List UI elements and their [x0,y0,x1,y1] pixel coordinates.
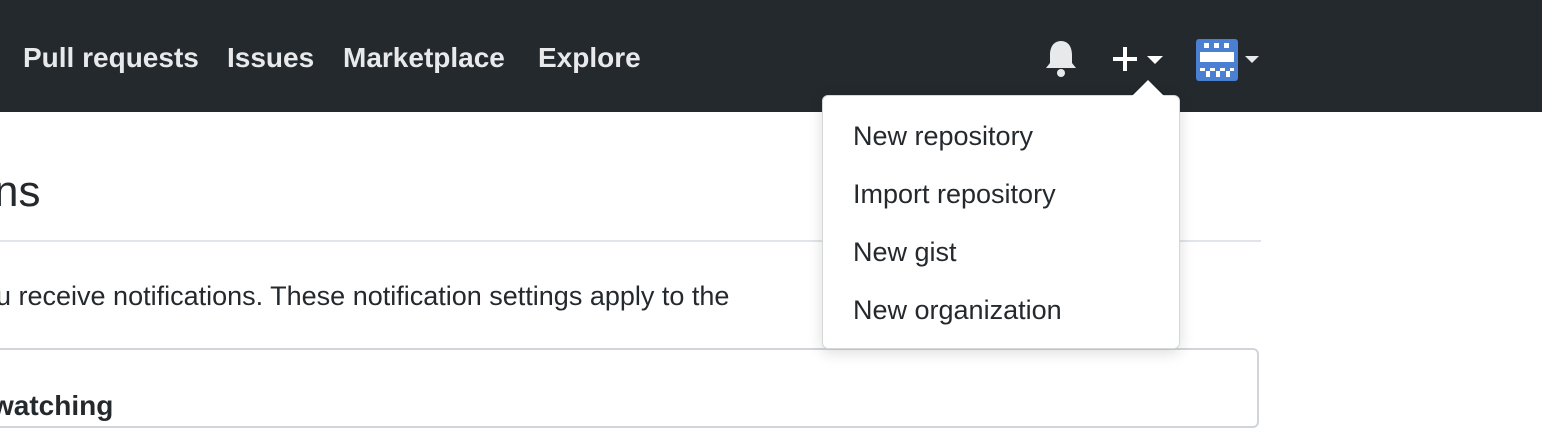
create-dropdown-menu: New repository Import repository New gis… [822,95,1180,349]
create-new-button[interactable] [1105,38,1171,82]
menu-item-new-gist[interactable]: New gist [823,223,1179,281]
caret-down-icon [1245,56,1259,63]
menu-item-import-repository[interactable]: Import repository [823,165,1179,223]
bell-icon[interactable] [1042,38,1080,78]
page-title: ns [0,167,41,216]
nav-issues[interactable]: Issues [227,38,314,78]
page-description: u receive notifications. These notificat… [0,281,730,311]
caret-down-icon [1147,56,1163,64]
profile-menu-button[interactable] [1195,36,1265,84]
header-bar: Pull requests Issues Marketplace Explore [0,0,1542,112]
nav-marketplace[interactable]: Marketplace [343,38,505,78]
avatar [1196,39,1238,81]
section-title: watching [0,390,114,421]
settings-box: watching [0,348,1259,428]
nav-pull-requests[interactable]: Pull requests [23,38,199,78]
menu-item-new-repository[interactable]: New repository [823,107,1179,165]
menu-item-new-organization[interactable]: New organization [823,281,1179,339]
dropdown-caret-fill [1131,80,1165,97]
plus-icon [1113,47,1137,71]
nav-explore[interactable]: Explore [538,38,641,78]
